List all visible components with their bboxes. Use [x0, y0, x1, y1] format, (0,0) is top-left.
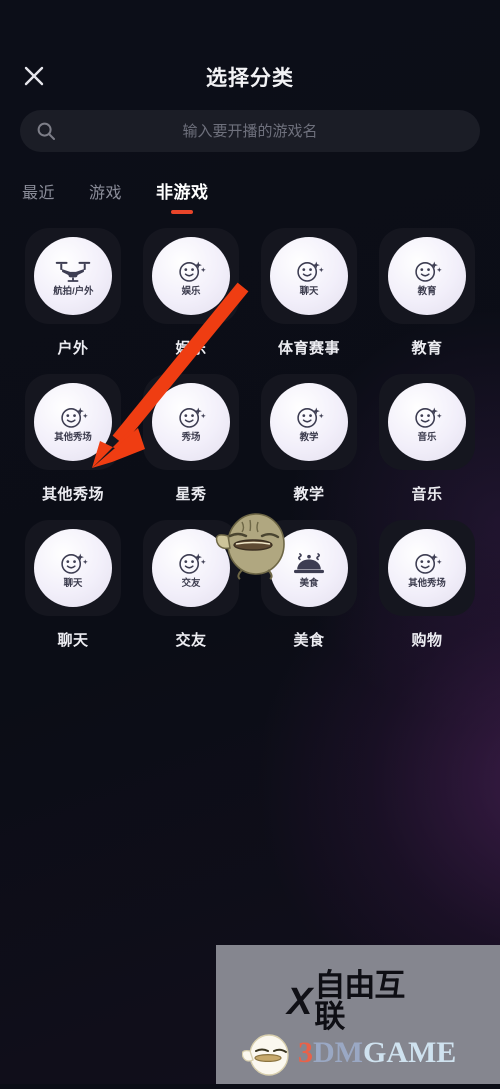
category-label: 教育	[411, 340, 443, 357]
category-item-education[interactable]: 教育 教育	[368, 228, 486, 358]
category-tile: 航拍/户外	[25, 228, 121, 324]
category-label: 教学	[293, 486, 325, 503]
category-tile: 聊天	[261, 228, 357, 324]
smiley-sparkle-icon	[171, 402, 211, 432]
category-grid: 航拍/户外 户外 娱乐 娱乐 聊天 体育赛事 教育 教育 其他秀场 其他秀场 秀…	[0, 214, 500, 650]
category-picker-screen: 选择分类 最近 游戏 非游戏	[0, 0, 500, 1084]
tab-non-games[interactable]: 非游戏	[156, 178, 209, 214]
category-glyph-label: 美食	[299, 577, 319, 589]
category-disc: 其他秀场	[388, 529, 466, 607]
category-item-food[interactable]: 美食 美食	[250, 520, 368, 650]
category-glyph-label: 交友	[181, 577, 201, 589]
category-disc: 教育	[388, 237, 466, 315]
category-item-star-show[interactable]: 秀场 星秀	[132, 374, 250, 504]
watermark-site-name: 3DMGAME	[298, 1038, 456, 1068]
category-disc: 航拍/户外	[34, 237, 112, 315]
search-input[interactable]	[20, 110, 480, 152]
food-cloche-icon	[289, 548, 329, 578]
category-item-entertainment[interactable]: 娱乐 娱乐	[132, 228, 250, 358]
category-tile: 教学	[261, 374, 357, 470]
category-item-other-showroom[interactable]: 其他秀场 其他秀场	[14, 374, 132, 504]
category-glyph-label: 秀场	[181, 431, 201, 443]
category-tile: 秀场	[143, 374, 239, 470]
drone-icon	[53, 256, 93, 286]
tab-games[interactable]: 游戏	[89, 179, 122, 214]
category-item-outdoor[interactable]: 航拍/户外 户外	[14, 228, 132, 358]
watermark-brand: X 自由互联	[287, 971, 429, 1033]
category-label: 娱乐	[175, 340, 207, 357]
smiley-sparkle-icon	[289, 402, 329, 432]
category-glyph-label: 娱乐	[181, 285, 201, 297]
page-title: 选择分类	[206, 67, 294, 90]
smiley-sparkle-icon	[407, 402, 447, 432]
smiley-sparkle-icon	[53, 402, 93, 432]
category-tile: 聊天	[25, 520, 121, 616]
category-glyph-label: 音乐	[417, 431, 437, 443]
category-item-shopping[interactable]: 其他秀场 购物	[368, 520, 486, 650]
category-glyph-label: 其他秀场	[54, 431, 92, 443]
category-tile: 交友	[143, 520, 239, 616]
category-tile: 音乐	[379, 374, 475, 470]
category-disc: 美食	[270, 529, 348, 607]
category-item-sports[interactable]: 聊天 体育赛事	[250, 228, 368, 358]
category-label: 星秀	[175, 486, 207, 503]
category-disc: 教学	[270, 383, 348, 461]
category-label: 户外	[57, 340, 89, 357]
watermark-x-icon: X	[287, 981, 312, 1023]
watermark-site-part3: GAME	[362, 1036, 457, 1069]
category-label: 购物	[411, 632, 443, 649]
category-glyph-label: 聊天	[63, 577, 83, 589]
category-item-music[interactable]: 音乐 音乐	[368, 374, 486, 504]
category-label: 交友	[175, 632, 207, 649]
watermark-brand-name: 自由互联	[314, 968, 405, 1035]
category-glyph-label: 教育	[417, 285, 437, 297]
category-tile: 娱乐	[143, 228, 239, 324]
smiley-sparkle-icon	[171, 256, 211, 286]
header: 选择分类	[0, 0, 500, 110]
category-label: 体育赛事	[277, 340, 340, 357]
category-label: 音乐	[411, 486, 443, 503]
search-section	[0, 110, 500, 152]
category-tile: 其他秀场	[25, 374, 121, 470]
category-disc: 其他秀场	[34, 383, 112, 461]
category-tile: 美食	[261, 520, 357, 616]
watermark-site-part2: DM	[313, 1036, 363, 1069]
category-label: 聊天	[57, 632, 89, 649]
category-disc: 娱乐	[152, 237, 230, 315]
smiley-sparkle-icon	[407, 548, 447, 578]
smiley-sparkle-icon	[407, 256, 447, 286]
category-glyph-label: 教学	[299, 431, 319, 443]
category-glyph-label: 聊天	[299, 285, 319, 297]
category-disc: 聊天	[270, 237, 348, 315]
category-disc: 交友	[152, 529, 230, 607]
category-label: 其他秀场	[41, 486, 104, 503]
category-glyph-label: 航拍/户外	[52, 285, 94, 297]
category-tile: 教育	[379, 228, 475, 324]
category-tabs: 最近 游戏 非游戏	[0, 152, 500, 214]
watermark-site: 3DMGAME	[242, 1029, 494, 1077]
smiley-sparkle-icon	[289, 256, 329, 286]
watermark-site-part1: 3	[298, 1036, 313, 1069]
smiley-sparkle-icon	[171, 548, 211, 578]
category-item-chat[interactable]: 聊天 聊天	[14, 520, 132, 650]
watermark-mascot-icon	[242, 1034, 289, 1076]
search-bar[interactable]	[20, 110, 480, 152]
category-label: 美食	[293, 632, 325, 649]
watermark-overlay: X 自由互联 3DMGAME	[216, 945, 500, 1084]
category-item-friends[interactable]: 交友 交友	[132, 520, 250, 650]
smiley-sparkle-icon	[53, 548, 93, 578]
category-glyph-label: 其他秀场	[408, 577, 446, 589]
tab-recent[interactable]: 最近	[22, 179, 55, 214]
category-disc: 聊天	[34, 529, 112, 607]
category-tile: 其他秀场	[379, 520, 475, 616]
category-disc: 秀场	[152, 383, 230, 461]
category-item-teaching[interactable]: 教学 教学	[250, 374, 368, 504]
category-disc: 音乐	[388, 383, 466, 461]
